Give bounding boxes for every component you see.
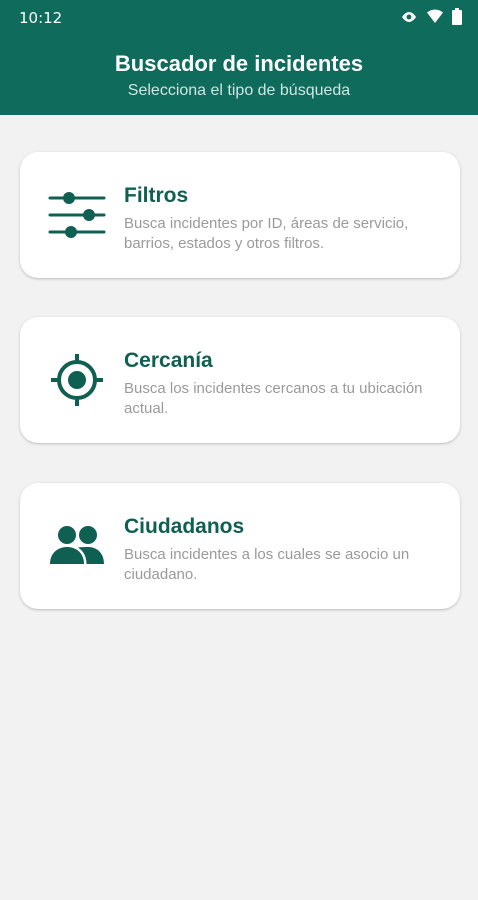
citizens-option-card[interactable]: Ciudadanos Busca incidentes a los cuales…: [20, 483, 460, 609]
nearby-option-title: Cercanía: [124, 349, 213, 372]
filters-option-description: Busca incidentes por ID, áreas de servic…: [124, 215, 409, 252]
people-icon: [46, 517, 108, 575]
sliders-icon: [46, 186, 108, 244]
location-target-icon: [46, 351, 108, 409]
nearby-option-description: Busca los incidentes cercanos a tu ubica…: [124, 380, 423, 417]
citizens-option-description: Busca incidentes a los cuales se asocio …: [124, 546, 410, 583]
wifi-icon: [426, 9, 444, 24]
app-bar: 10:12 Buscador de incidentes Selecciona …: [0, 0, 478, 115]
status-time: 10:12: [19, 9, 63, 27]
filters-option-title: Filtros: [124, 184, 189, 207]
status-icons: [400, 8, 462, 25]
status-bar: 10:12: [0, 0, 478, 34]
page-subtitle: Selecciona el tipo de búsqueda: [127, 82, 351, 99]
battery-icon: [452, 8, 462, 25]
eye-icon: [400, 10, 418, 24]
citizens-option-title: Ciudadanos: [124, 515, 245, 538]
nearby-option-card[interactable]: Cercanía Busca los incidentes cercanos a…: [20, 317, 460, 443]
page-title: Buscador de incidentes: [114, 51, 364, 76]
filters-option-card[interactable]: Filtros Busca incidentes por ID, áreas d…: [20, 152, 460, 278]
